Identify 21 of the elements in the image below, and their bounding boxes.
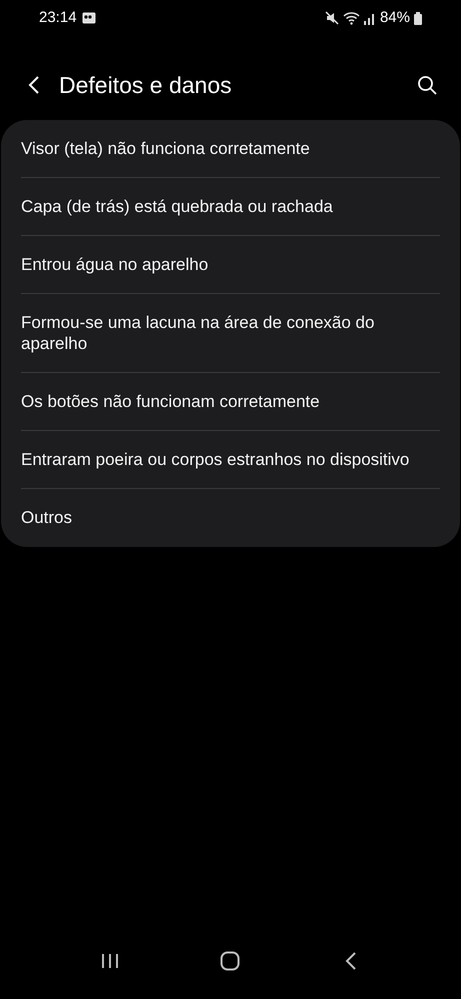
search-icon — [417, 75, 437, 95]
mute-icon — [324, 11, 339, 25]
battery-percent: 84% — [380, 8, 410, 28]
list-item[interactable]: Visor (tela) não funciona corretamente — [21, 120, 440, 178]
list-item[interactable]: Formou-se uma lacuna na área de conexão do aparelho — [21, 294, 440, 373]
signal-icon — [364, 12, 376, 24]
three-lines-icon — [101, 953, 120, 969]
chevron-left-icon — [28, 75, 40, 95]
wifi-icon — [342, 11, 360, 25]
status-time: 23:14 — [39, 8, 77, 28]
rounded-square-icon — [220, 951, 240, 971]
list-item[interactable]: Capa (de trás) está quebrada ou rachada — [21, 178, 440, 236]
search-button[interactable] — [415, 73, 439, 97]
chevron-left-icon — [344, 952, 357, 970]
list-item[interactable]: Entrou água no aparelho — [21, 236, 440, 294]
list-item[interactable]: Entraram poeira ou corpos estranhos no dispositivo — [21, 431, 440, 489]
list-item[interactable]: Os botões não funcionam corretamente — [21, 373, 440, 431]
voicemail-icon — [82, 12, 96, 24]
list-item[interactable]: Outros — [21, 489, 440, 546]
page-title: Defeitos e danos — [59, 70, 233, 100]
battery-icon — [414, 12, 422, 24]
